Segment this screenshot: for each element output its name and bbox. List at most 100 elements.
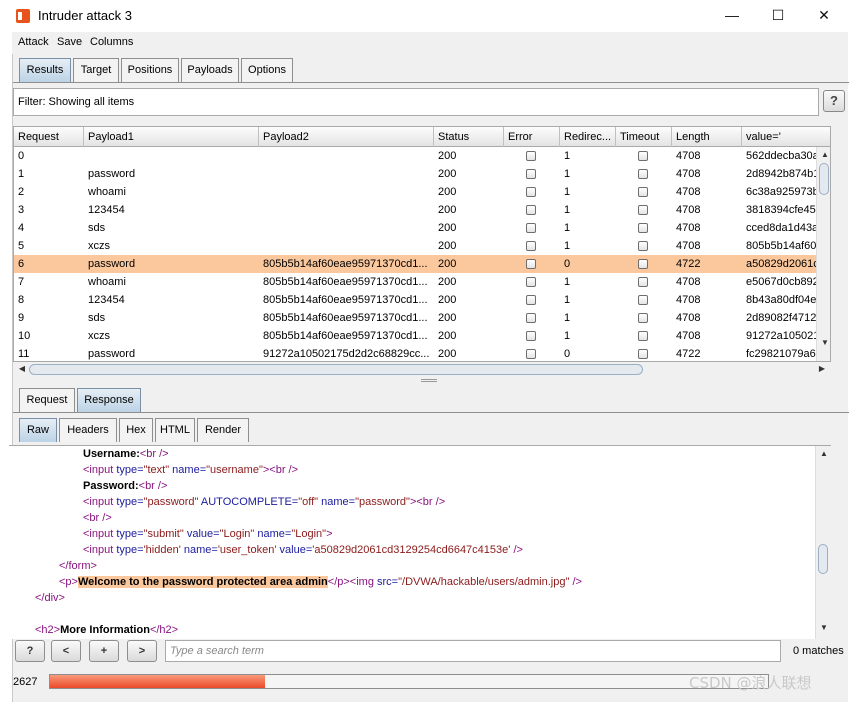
column-payload1[interactable]: Payload1	[84, 127, 259, 147]
error-checkbox[interactable]	[526, 259, 536, 269]
tab-target[interactable]: Target	[73, 58, 119, 82]
timeout-checkbox[interactable]	[638, 169, 648, 179]
match-count: 0 matches	[793, 645, 844, 657]
column-request[interactable]: Request	[14, 127, 84, 147]
table-row[interactable]: 10 xczs 805b5b14af60eae95971370cd1... 200 1 4…	[14, 327, 830, 345]
close-icon[interactable]: ✕	[812, 4, 836, 26]
scroll-down-icon[interactable]: ▼	[818, 337, 830, 349]
cell-p1: password	[88, 348, 136, 360]
column-status[interactable]: Status	[434, 127, 504, 147]
code-vertical-scrollbar[interactable]: ▲ ▼	[815, 446, 831, 639]
previous-match-button[interactable]: <	[51, 640, 81, 662]
filter-bar[interactable]: Filter: Showing all items	[13, 88, 819, 116]
error-checkbox[interactable]	[526, 349, 536, 359]
timeout-checkbox[interactable]	[638, 313, 648, 323]
table-row[interactable]: 1 password 200 1 4708 2d8942b874b17e	[14, 165, 830, 183]
table-horizontal-scrollbar[interactable]: ◀ ▶	[13, 362, 831, 376]
scroll-right-icon[interactable]: ▶	[815, 363, 829, 375]
tab-render[interactable]: Render	[197, 418, 249, 442]
help-icon[interactable]: ?	[823, 90, 845, 112]
response-raw-view[interactable]: Username:<br /> <input type="text" name=…	[9, 445, 831, 639]
tab-positions[interactable]: Positions	[121, 58, 179, 82]
menu-attack[interactable]: Attack	[18, 36, 49, 48]
column-length[interactable]: Length	[672, 127, 742, 147]
cell-value: 562ddecba30ab7	[746, 150, 816, 162]
minimize-icon[interactable]: —	[720, 4, 744, 26]
timeout-checkbox[interactable]	[638, 295, 648, 305]
error-checkbox[interactable]	[526, 295, 536, 305]
table-row[interactable]: 8 123454 805b5b14af60eae95971370cd1... 200 1…	[14, 291, 830, 309]
code-scroll-down-icon[interactable]: ▼	[817, 622, 831, 634]
tab-response[interactable]: Response	[77, 388, 141, 412]
cell-redir: 1	[564, 276, 571, 288]
timeout-checkbox[interactable]	[638, 331, 648, 341]
tab-raw[interactable]: Raw	[19, 418, 57, 442]
table-row[interactable]: 3 123454 200 1 4708 3818394cfe45d5	[14, 201, 830, 219]
timeout-checkbox[interactable]	[638, 241, 648, 251]
table-row[interactable]: 2 whoami 200 1 4708 6c38a925973b8c	[14, 183, 830, 201]
cell-redir: 1	[564, 150, 571, 162]
error-checkbox[interactable]	[526, 205, 536, 215]
table-row[interactable]: 6 password 805b5b14af60eae95971370cd1... 20…	[14, 255, 830, 273]
error-checkbox[interactable]	[526, 313, 536, 323]
column-payload2[interactable]: Payload2	[259, 127, 434, 147]
error-checkbox[interactable]	[526, 169, 536, 179]
table-scroll-thumb[interactable]	[819, 163, 829, 195]
tab-request[interactable]: Request	[19, 388, 75, 412]
search-input[interactable]	[165, 640, 781, 662]
split-pane-handle[interactable]	[421, 379, 437, 382]
code-scroll-thumb[interactable]	[818, 544, 828, 574]
table-row[interactable]: 7 whoami 805b5b14af60eae95971370cd1... 200 1…	[14, 273, 830, 291]
table-row[interactable]: 4 sds 200 1 4708 cced8da1d43a42	[14, 219, 830, 237]
code-line: <input type="text" name="username"><br /…	[83, 464, 299, 476]
timeout-checkbox[interactable]	[638, 349, 648, 359]
menu-columns[interactable]: Columns	[90, 36, 133, 48]
horizontal-scroll-thumb[interactable]	[29, 364, 643, 375]
cell-p2: 805b5b14af60eae95971370cd1...	[263, 294, 428, 306]
error-checkbox[interactable]	[526, 187, 536, 197]
code-line: <input type="password" AUTOCOMPLETE="off…	[83, 496, 446, 508]
tab-html[interactable]: HTML	[155, 418, 195, 442]
timeout-checkbox[interactable]	[638, 277, 648, 287]
timeout-checkbox[interactable]	[638, 205, 648, 215]
column-redirect[interactable]: Redirec...	[560, 127, 616, 147]
column-value[interactable]: value='	[742, 127, 830, 147]
scroll-left-icon[interactable]: ◀	[15, 363, 29, 375]
cell-p2	[259, 237, 434, 255]
error-checkbox[interactable]	[526, 151, 536, 161]
tab-options[interactable]: Options	[241, 58, 293, 82]
table-row[interactable]: 0 200 1 4708 562ddecba30ab7	[14, 147, 830, 165]
table-vertical-scrollbar[interactable]: ▲ ▼	[816, 147, 830, 361]
error-checkbox[interactable]	[526, 241, 536, 251]
code-scroll-up-icon[interactable]: ▲	[817, 448, 831, 460]
tab-headers[interactable]: Headers	[59, 418, 117, 442]
menu-save[interactable]: Save	[57, 36, 82, 48]
error-checkbox[interactable]	[526, 277, 536, 287]
burp-logo-icon	[16, 9, 30, 23]
cell-p1: password	[88, 258, 136, 270]
error-checkbox[interactable]	[526, 331, 536, 341]
tab-payloads[interactable]: Payloads	[181, 58, 239, 82]
add-search-button[interactable]: +	[89, 640, 119, 662]
timeout-checkbox[interactable]	[638, 259, 648, 269]
table-row[interactable]: 9 sds 805b5b14af60eae95971370cd1... 200 1 470…	[14, 309, 830, 327]
error-checkbox[interactable]	[526, 223, 536, 233]
table-row[interactable]: 5 xczs 200 1 4708 805b5b14af60ea	[14, 237, 830, 255]
scroll-up-icon[interactable]: ▲	[818, 149, 830, 161]
timeout-checkbox[interactable]	[638, 187, 648, 197]
cell-req: 9	[18, 312, 25, 324]
timeout-checkbox[interactable]	[638, 223, 648, 233]
cell-p2: 805b5b14af60eae95971370cd1...	[263, 276, 428, 288]
search-help-button[interactable]: ?	[15, 640, 45, 662]
column-timeout[interactable]: Timeout	[616, 127, 672, 147]
code-line: <input type='hidden' name='user_token' v…	[83, 544, 523, 556]
search-bar: ? < + > 0 matches	[13, 640, 849, 666]
cell-status: 200	[438, 204, 457, 216]
next-match-button[interactable]: >	[127, 640, 157, 662]
table-row[interactable]: 11 password 91272a10502175d2d2c68829cc... 2…	[14, 345, 830, 361]
column-error[interactable]: Error	[504, 127, 560, 147]
tab-hex[interactable]: Hex	[119, 418, 153, 442]
maximize-icon[interactable]: ☐	[766, 4, 790, 26]
timeout-checkbox[interactable]	[638, 151, 648, 161]
tab-results[interactable]: Results	[19, 58, 71, 82]
